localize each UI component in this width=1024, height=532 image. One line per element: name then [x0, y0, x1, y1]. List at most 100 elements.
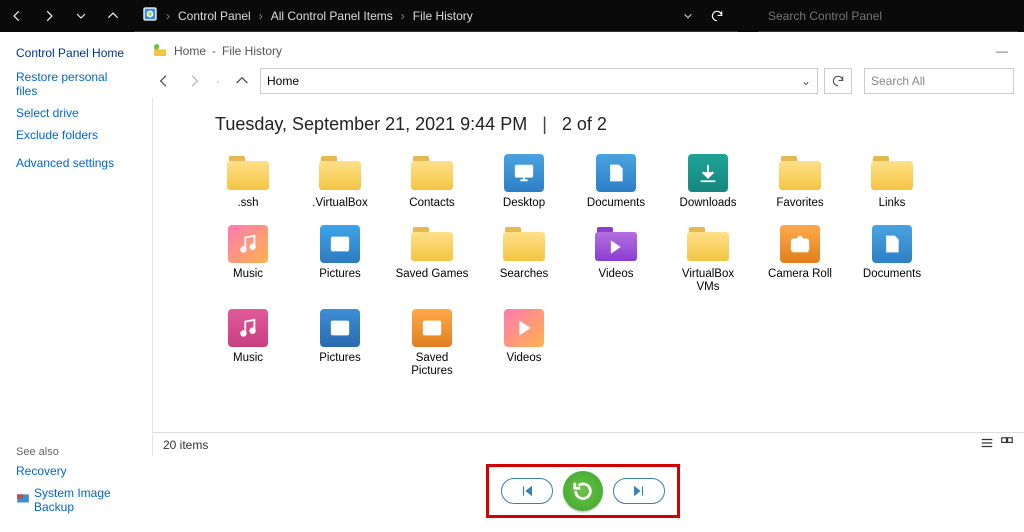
- library-icon: [593, 153, 639, 193]
- folder-icon: [869, 153, 915, 193]
- forward-button[interactable]: [38, 5, 60, 27]
- library-icon: [501, 308, 547, 348]
- folder-item[interactable]: Searches: [487, 224, 561, 294]
- sidebar-link-advanced[interactable]: Advanced settings: [16, 156, 130, 170]
- folder-item[interactable]: Desktop: [487, 153, 561, 210]
- folder-item[interactable]: Pictures: [303, 308, 377, 378]
- breadcrumb-bar[interactable]: › Control Panel › All Control Panel Item…: [134, 0, 738, 32]
- control-panel-search[interactable]: [758, 0, 1018, 32]
- breadcrumb-item[interactable]: File History: [413, 9, 473, 23]
- see-also-heading: See also: [16, 446, 130, 458]
- folder-icon: [593, 224, 639, 264]
- item-label: .VirtualBox: [312, 197, 367, 210]
- breadcrumb-item[interactable]: Control Panel: [178, 9, 251, 23]
- previous-version-button[interactable]: [501, 478, 553, 504]
- panel-back-button[interactable]: [152, 69, 176, 93]
- restore-button[interactable]: [563, 471, 603, 511]
- item-label: Documents: [863, 268, 921, 281]
- sidebar-link-restore[interactable]: Restore personal files: [16, 70, 130, 98]
- item-label: Camera Roll: [768, 268, 832, 281]
- folder-item[interactable]: VirtualBox VMs: [671, 224, 745, 294]
- view-large-icon[interactable]: [1000, 436, 1014, 453]
- folder-item[interactable]: Saved Games: [395, 224, 469, 294]
- sidebar-link-select-drive[interactable]: Select drive: [16, 106, 130, 120]
- sidebar: Control Panel Home Restore personal file…: [0, 32, 142, 532]
- window-toolbar: › Control Panel › All Control Panel Item…: [0, 0, 1024, 32]
- folder-item[interactable]: Links: [855, 153, 929, 210]
- folder-item[interactable]: Pictures: [303, 224, 377, 294]
- item-label: Documents: [587, 197, 645, 210]
- item-label: Videos: [507, 352, 542, 365]
- panel-up-button[interactable]: [230, 69, 254, 93]
- recent-dropdown[interactable]: [70, 5, 92, 27]
- refresh-button[interactable]: [704, 9, 730, 23]
- folder-item[interactable]: .VirtualBox: [303, 153, 377, 210]
- content-area: Tuesday, September 21, 2021 9:44 PM | 2 …: [152, 98, 1024, 456]
- folder-item[interactable]: Favorites: [763, 153, 837, 210]
- folder-home-icon: [152, 42, 168, 61]
- status-bar: 20 items: [153, 432, 1024, 456]
- item-count: 20 items: [163, 438, 208, 452]
- folder-icon: [409, 224, 455, 264]
- library-icon: [869, 224, 915, 264]
- library-icon: [225, 308, 271, 348]
- control-panel-icon: [142, 6, 158, 25]
- panel-forward-button[interactable]: [182, 69, 206, 93]
- chevron-down-icon[interactable]: ⌄: [801, 74, 811, 88]
- control-panel-home-link[interactable]: Control Panel Home: [16, 46, 130, 60]
- search-input[interactable]: [766, 8, 1018, 24]
- item-label: Desktop: [503, 197, 545, 210]
- see-also-system-image-backup[interactable]: System Image Backup: [16, 486, 130, 514]
- folder-icon: [317, 153, 363, 193]
- item-label: VirtualBox VMs: [671, 268, 745, 294]
- item-label: Searches: [500, 268, 549, 281]
- folder-item[interactable]: Music: [211, 308, 285, 378]
- sidebar-link-exclude-folders[interactable]: Exclude folders: [16, 128, 130, 142]
- folder-item[interactable]: Music: [211, 224, 285, 294]
- next-version-button[interactable]: [613, 478, 665, 504]
- folder-item[interactable]: Documents: [579, 153, 653, 210]
- library-icon: [317, 224, 363, 264]
- see-also-recovery[interactable]: Recovery: [16, 464, 130, 478]
- back-button[interactable]: [6, 5, 28, 27]
- folder-icon: [409, 153, 455, 193]
- library-icon: [501, 153, 547, 193]
- library-icon: [777, 224, 823, 264]
- item-label: Downloads: [680, 197, 737, 210]
- item-label: Music: [233, 268, 263, 281]
- library-icon: [409, 308, 455, 348]
- item-label: Pictures: [319, 352, 361, 365]
- breadcrumb-item[interactable]: All Control Panel Items: [271, 9, 393, 23]
- folder-item[interactable]: Videos: [487, 308, 561, 378]
- item-label: Pictures: [319, 268, 361, 281]
- item-label: Contacts: [409, 197, 454, 210]
- folder-item[interactable]: Downloads: [671, 153, 745, 210]
- folder-icon: [777, 153, 823, 193]
- panel-nav: · Home ⌄ Search All: [142, 64, 1024, 98]
- item-label: .ssh: [237, 197, 258, 210]
- file-history-panel: Home - File History — · Home ⌄ Search Al…: [142, 32, 1024, 532]
- item-label: Saved Games: [396, 268, 469, 281]
- folder-icon: [501, 224, 547, 264]
- address-bar[interactable]: Home ⌄: [260, 68, 818, 94]
- item-label: Videos: [599, 268, 634, 281]
- folder-item[interactable]: Videos: [579, 224, 653, 294]
- panel-titlebar: Home - File History —: [142, 38, 1024, 64]
- folder-item[interactable]: .ssh: [211, 153, 285, 210]
- library-icon: [225, 224, 271, 264]
- folder-item[interactable]: Saved Pictures: [395, 308, 469, 378]
- library-icon: [317, 308, 363, 348]
- item-label: Links: [879, 197, 906, 210]
- folder-item[interactable]: Contacts: [395, 153, 469, 210]
- minimize-icon[interactable]: —: [996, 44, 1008, 58]
- folder-item[interactable]: Documents: [855, 224, 929, 294]
- panel-refresh-button[interactable]: [824, 68, 852, 94]
- restore-highlight-box: [486, 464, 680, 518]
- library-icon: [685, 153, 731, 193]
- folder-item[interactable]: Camera Roll: [763, 224, 837, 294]
- item-label: Saved Pictures: [395, 352, 469, 378]
- view-details-icon[interactable]: [980, 436, 994, 453]
- breadcrumb-dropdown[interactable]: [680, 11, 696, 21]
- panel-search[interactable]: Search All: [864, 68, 1014, 94]
- up-button[interactable]: [102, 5, 124, 27]
